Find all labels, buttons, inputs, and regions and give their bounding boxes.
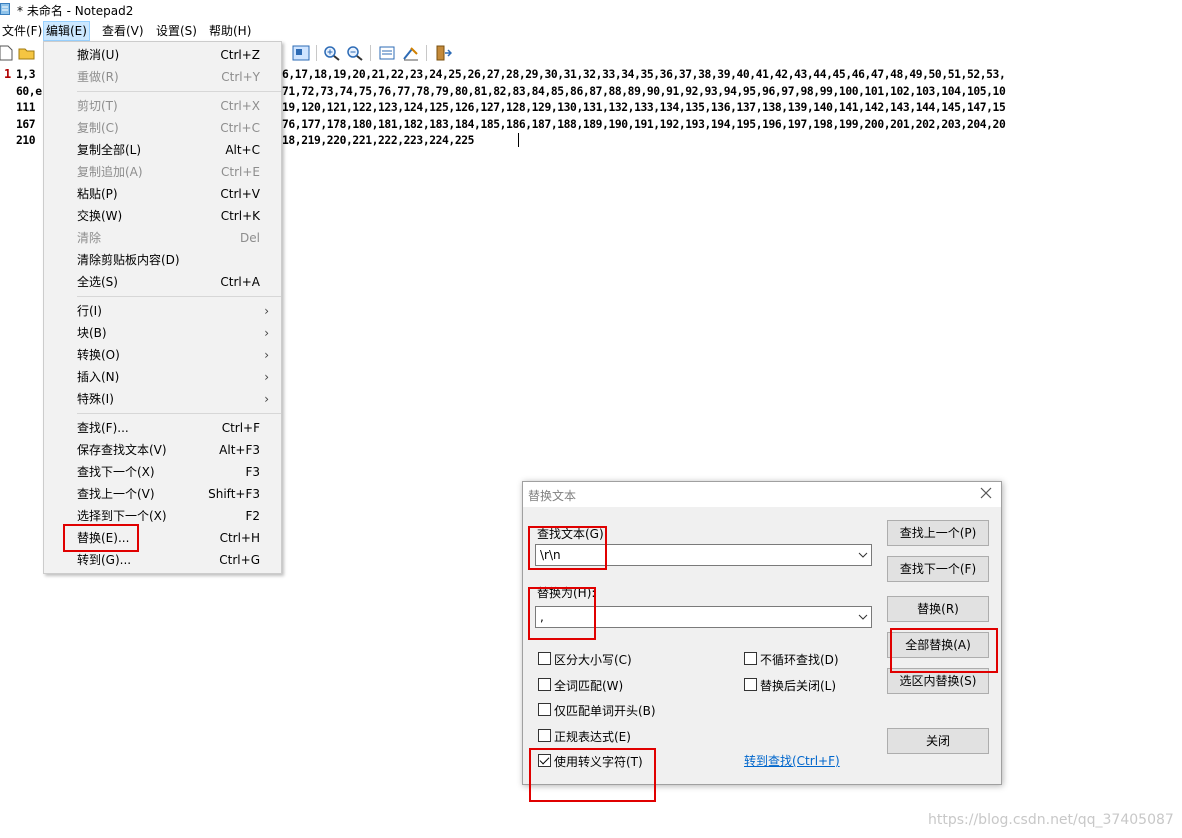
highlight-box bbox=[63, 524, 139, 552]
close-icon[interactable] bbox=[979, 486, 993, 500]
dialog-title-bar: 替换文本 bbox=[523, 482, 1001, 507]
highlight-box bbox=[528, 526, 607, 570]
menu-find-next[interactable]: 查找下一个(X) F3 bbox=[44, 461, 281, 483]
menu-help[interactable]: 帮助(H) bbox=[207, 22, 253, 40]
close-after-checkbox[interactable] bbox=[744, 678, 757, 691]
word-start-label: 仅匹配单词开头(B) bbox=[554, 704, 656, 718]
menu-separator bbox=[77, 413, 281, 414]
window-title: * 未命名 - Notepad2 bbox=[17, 4, 134, 18]
menu-copy[interactable]: 复制(C) Ctrl+C bbox=[44, 117, 281, 139]
close-button[interactable]: 关闭 bbox=[887, 728, 989, 754]
text-line: 18,219,220,221,222,223,224,225 bbox=[282, 134, 475, 147]
exit-icon[interactable] bbox=[434, 45, 452, 61]
menu-copy-all[interactable]: 复制全部(L) Alt+C bbox=[44, 139, 281, 161]
text-line: 71,72,73,74,75,76,77,78,79,80,81,82,83,8… bbox=[282, 85, 1006, 98]
chevron-right-icon: › bbox=[264, 392, 269, 406]
no-wrap-checkbox[interactable] bbox=[744, 652, 757, 665]
menu-edit[interactable]: 编辑(E) bbox=[43, 21, 90, 41]
menu-copy-append[interactable]: 复制追加(A) Ctrl+E bbox=[44, 161, 281, 183]
toolbar-separator bbox=[426, 45, 427, 61]
whole-word-label: 全词匹配(W) bbox=[554, 679, 624, 693]
menu-block[interactable]: 块(B) › bbox=[44, 322, 281, 344]
match-case-checkbox[interactable] bbox=[538, 652, 551, 665]
customize-icon[interactable] bbox=[402, 45, 420, 61]
menu-bar: 文件(F) 编辑(E) 查看(V) 设置(S) 帮助(H) bbox=[0, 20, 1182, 41]
text-line: 76,177,178,180,181,182,183,184,185,186,1… bbox=[282, 118, 1006, 131]
toolbar-separator bbox=[370, 45, 371, 61]
menu-swap[interactable]: 交换(W) Ctrl+K bbox=[44, 205, 281, 227]
text-line: 111 bbox=[16, 101, 36, 114]
menu-select-all[interactable]: 全选(S) Ctrl+A bbox=[44, 271, 281, 293]
chevron-right-icon: › bbox=[264, 326, 269, 340]
replace-button[interactable]: 替换(R) bbox=[887, 596, 989, 622]
menu-paste[interactable]: 粘贴(P) Ctrl+V bbox=[44, 183, 281, 205]
menu-separator bbox=[77, 296, 281, 297]
goto-find-link[interactable]: 转到查找(Ctrl+F) bbox=[744, 752, 840, 769]
highlight-box bbox=[890, 628, 998, 673]
chevron-right-icon: › bbox=[264, 370, 269, 384]
scheme-icon[interactable] bbox=[378, 45, 396, 61]
highlight-box bbox=[529, 748, 656, 802]
menu-undo[interactable]: 撤消(U) Ctrl+Z bbox=[44, 44, 281, 66]
zoom-in-icon[interactable] bbox=[323, 45, 341, 61]
notepad-icon bbox=[0, 3, 10, 15]
menu-redo[interactable]: 重做(R) Ctrl+Y bbox=[44, 66, 281, 88]
word-start-checkbox[interactable] bbox=[538, 703, 551, 716]
menu-special[interactable]: 特殊(I) › bbox=[44, 388, 281, 410]
menu-view[interactable]: 查看(V) bbox=[100, 22, 146, 40]
find-next-button[interactable]: 查找下一个(F) bbox=[887, 556, 989, 582]
regex-checkbox[interactable] bbox=[538, 729, 551, 742]
menu-find-prev[interactable]: 查找上一个(V) Shift+F3 bbox=[44, 483, 281, 505]
text-line: 6,17,18,19,20,21,22,23,24,25,26,27,28,29… bbox=[282, 68, 1006, 81]
whole-word-checkbox[interactable] bbox=[538, 678, 551, 691]
menu-clear-clipboard[interactable]: 清除剪贴板内容(D) bbox=[44, 249, 281, 271]
chevron-right-icon: › bbox=[264, 348, 269, 362]
new-file-icon[interactable] bbox=[0, 45, 15, 61]
regex-label: 正规表达式(E) bbox=[554, 730, 631, 744]
text-line: 19,120,121,122,123,124,125,126,127,128,1… bbox=[282, 101, 1006, 114]
text-line: 60,e bbox=[16, 85, 42, 98]
text-line: 1,3 bbox=[16, 68, 36, 81]
menu-file[interactable]: 文件(F) bbox=[0, 22, 44, 40]
watermark: https://blog.csdn.net/qq_37405087 bbox=[928, 812, 1174, 828]
menu-find[interactable]: 查找(F)... Ctrl+F bbox=[44, 417, 281, 439]
toolbar-separator bbox=[316, 45, 317, 61]
find-prev-button[interactable]: 查找上一个(P) bbox=[887, 520, 989, 546]
menu-lines[interactable]: 行(I) › bbox=[44, 300, 281, 322]
menu-goto[interactable]: 转到(G)... Ctrl+G bbox=[44, 549, 281, 571]
menu-save-find-text[interactable]: 保存查找文本(V) Alt+F3 bbox=[44, 439, 281, 461]
chevron-right-icon: › bbox=[264, 304, 269, 318]
close-after-label: 替换后关闭(L) bbox=[760, 679, 837, 693]
menu-cut[interactable]: 剪切(T) Ctrl+X bbox=[44, 95, 281, 117]
highlight-box bbox=[528, 587, 596, 640]
menu-settings[interactable]: 设置(S) bbox=[154, 22, 199, 40]
text-line: 167 bbox=[16, 118, 36, 131]
line-number: 1 bbox=[4, 67, 12, 81]
open-folder-icon[interactable] bbox=[18, 45, 36, 61]
zoom-out-icon[interactable] bbox=[346, 45, 364, 61]
menu-separator bbox=[77, 91, 281, 92]
menu-convert[interactable]: 转换(O) › bbox=[44, 344, 281, 366]
text-line: 210 bbox=[16, 134, 36, 147]
no-wrap-label: 不循环查找(D) bbox=[760, 653, 839, 667]
menu-insert[interactable]: 插入(N) › bbox=[44, 366, 281, 388]
edit-menu-dropdown: 撤消(U) Ctrl+Z 重做(R) Ctrl+Y 剪切(T) Ctrl+X 复制(C… bbox=[43, 41, 282, 574]
menu-clear[interactable]: 清除 Del bbox=[44, 227, 281, 249]
title-bar: * 未命名 - Notepad2 bbox=[0, 0, 1182, 20]
match-case-label: 区分大小写(C) bbox=[554, 653, 632, 667]
text-caret bbox=[518, 133, 519, 147]
chevron-down-icon[interactable] bbox=[858, 550, 868, 560]
line-number-gutter: 1 bbox=[0, 66, 14, 838]
dialog-title: 替换文本 bbox=[528, 489, 577, 503]
chevron-down-icon[interactable] bbox=[858, 612, 868, 622]
view-icon[interactable] bbox=[292, 45, 310, 61]
